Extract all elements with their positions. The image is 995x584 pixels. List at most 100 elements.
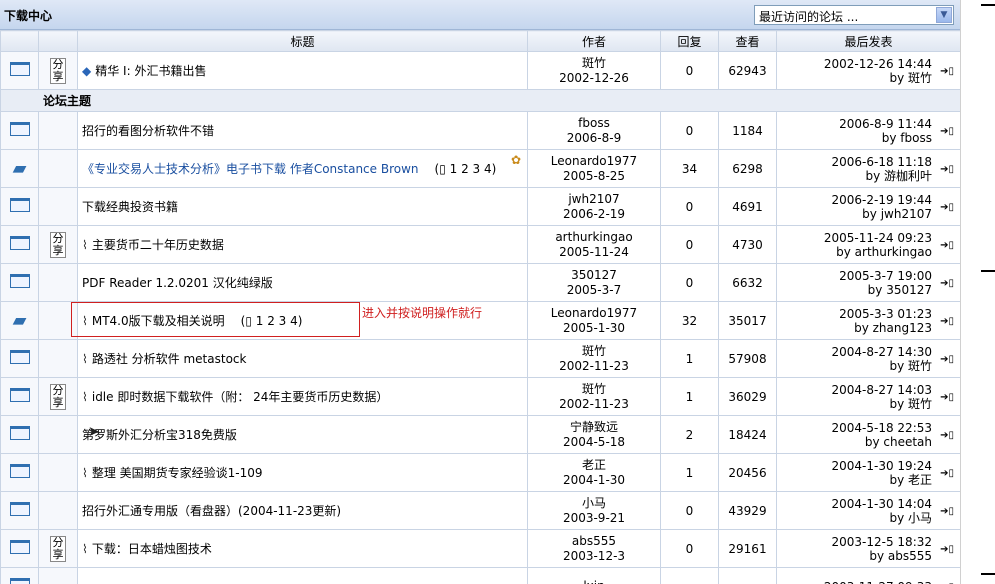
hot-thread-icon: ▰ (12, 158, 27, 179)
last-post-by[interactable]: by fboss (777, 131, 932, 145)
sticky-thread-row[interactable]: 分享 ◆ 精华 I: 外汇书籍出售 斑竹 2002-12-26 0 62943 20… (0, 51, 961, 90)
goto-last-icon[interactable]: ➔▯ (940, 543, 954, 557)
forum-jump-select[interactable]: 最近访问的论坛 ... ▼ (754, 5, 954, 25)
thread-title-link[interactable]: 整理 美国期货专家经验谈1-109 (92, 466, 263, 480)
col-lastpost-header[interactable]: 最后发表 (776, 30, 961, 52)
thread-title-link[interactable]: idle 即时数据下载软件（附： 24年主要货币历史数据） (92, 390, 389, 404)
goto-last-icon[interactable]: ➔▯ (940, 163, 954, 177)
thread-row[interactable]: 第罗斯外汇分析宝318免费版 宁静致远 2004-5-18 2 18424 2004-5-… (0, 415, 961, 454)
thread-title-link[interactable]: PDF Reader 1.2.0201 汉化纯绿版 (82, 276, 273, 290)
thread-title-link[interactable]: 主要货币二十年历史数据 (92, 238, 224, 252)
last-post-time[interactable]: 2006-2-19 19:44 (777, 193, 933, 207)
thread-row[interactable]: 招行的看图分析软件不错 fboss 2006-8-9 0 1184 2006-8-9 11… (0, 111, 961, 150)
goto-last-icon[interactable]: ➔▯ (940, 391, 954, 405)
last-post-time[interactable]: 2005-11-24 09:23 (777, 231, 932, 245)
attachment-icon: ⌇ (82, 237, 88, 252)
last-post-by[interactable]: by abs555 (777, 549, 932, 563)
last-post-by[interactable]: by cheetah (777, 435, 932, 449)
thread-author[interactable]: 小马 (528, 496, 660, 511)
thread-author[interactable]: lxin (528, 579, 660, 584)
goto-last-icon[interactable]: ➔▯ (940, 429, 954, 443)
thread-row[interactable]: 下载经典投资书籍 jwh2107 2006-2-19 0 4691 2006-2-19 1… (0, 187, 961, 226)
thread-replies (660, 567, 719, 584)
folder-icon (9, 426, 30, 440)
last-post-time[interactable]: 2006-6-18 11:18 (777, 155, 933, 169)
col-author-header[interactable]: 作者 (527, 30, 661, 52)
thread-views: 29161 (718, 529, 777, 568)
attachment-icon: ⌇ (82, 351, 88, 366)
goto-last-icon[interactable]: ➔▯ (940, 505, 954, 519)
thread-row[interactable]: ⌇ 路透社 分析软件 metastock 斑竹 2002-11-23 1 57908 200… (0, 339, 961, 378)
thread-author[interactable]: 斑竹 (528, 382, 660, 397)
goto-last-icon[interactable]: ➔▯ (940, 277, 954, 291)
thread-title-link[interactable]: 路透社 分析软件 metastock (92, 352, 247, 366)
last-post-time[interactable]: 2004-5-18 22:53 (777, 421, 933, 435)
thread-title-link[interactable]: 招行的看图分析软件不错 (82, 124, 214, 138)
thread-replies: 2 (660, 415, 719, 454)
goto-last-icon[interactable]: ➔▯ (940, 315, 954, 329)
last-post-by[interactable]: by 斑竹 (777, 397, 932, 411)
thread-author[interactable]: 斑竹 (528, 344, 660, 359)
last-post-time[interactable]: 2006-8-9 11:44 (777, 117, 932, 131)
last-post-time[interactable]: 2004-8-27 14:30 (777, 345, 933, 359)
last-post-by[interactable]: by 斑竹 (777, 71, 932, 85)
last-post-by[interactable]: by 350127 (777, 283, 932, 297)
thread-title-link[interactable]: 精华 I: 外汇书籍出售 (95, 64, 206, 78)
goto-last-icon[interactable]: ➔▯ (940, 125, 954, 139)
thread-row[interactable]: PDF Reader 1.2.0201 汉化纯绿版 350127 2005-3-7 0… (0, 263, 961, 302)
thread-author[interactable]: fboss (528, 116, 660, 131)
thread-date: 2006-8-9 (566, 130, 622, 145)
page-scrollbar[interactable] (960, 0, 995, 584)
thread-author[interactable]: jwh2107 (528, 192, 660, 207)
thread-title-link[interactable]: 《专业交易人士技术分析》电子书下载 作者Constance Brown (82, 162, 419, 176)
goto-last-icon[interactable]: ➔▯ (940, 467, 954, 481)
thread-title-link[interactable]: 下载：日本蜡烛图技术 (92, 542, 212, 556)
goto-last-icon[interactable]: ➔▯ (940, 65, 954, 79)
thread-row[interactable]: ▰ 《专业交易人士技术分析》电子书下载 作者Constance Brown (▯ 1… (0, 149, 961, 188)
thread-author[interactable]: Leonardo1977 (528, 154, 660, 169)
last-post-by[interactable]: by 游枷利叶 (777, 169, 932, 183)
last-post-time[interactable]: 2003-12-5 18:32 (777, 535, 933, 549)
thread-row[interactable]: 分享 ⌇ idle 即时数据下载软件（附： 24年主要货币历史数据） 斑竹 2002-1… (0, 377, 961, 416)
last-post-by[interactable]: by 老正 (777, 473, 932, 487)
chevron-down-icon[interactable]: ▼ (936, 7, 952, 23)
thread-author[interactable]: Leonardo1977 (528, 306, 660, 321)
last-post-by[interactable]: by arthurkingao (777, 245, 932, 259)
thread-row[interactable]: lxin2003-11-27 09:33➔▯ (0, 567, 961, 584)
last-post-by[interactable]: by zhang123 (777, 321, 932, 335)
goto-last-icon[interactable]: ➔▯ (940, 201, 954, 215)
thread-title-link[interactable]: 下载经典投资书籍 (82, 200, 178, 214)
col-title-header[interactable]: 标题 (77, 30, 528, 52)
thread-author[interactable]: 宁静致远 (528, 420, 660, 435)
thread-author[interactable]: 斑竹 (528, 56, 660, 71)
thread-replies: 0 (660, 111, 719, 150)
last-post-time[interactable]: 2005-3-7 19:00 (777, 269, 932, 283)
last-post-by[interactable]: by 小马 (777, 511, 932, 525)
last-post-by[interactable]: by 斑竹 (777, 359, 932, 373)
thread-author[interactable]: abs555 (528, 534, 660, 549)
page-numbers[interactable]: 1 2 3 4 (450, 162, 492, 176)
last-post-time[interactable]: 2004-1-30 19:24 (777, 459, 933, 473)
thread-author[interactable]: 老正 (528, 458, 660, 473)
col-replies-header[interactable]: 回复 (660, 30, 719, 52)
last-post-time[interactable]: 2004-8-27 14:03 (777, 383, 933, 397)
last-post-time[interactable]: 2002-12-26 14:44 (777, 57, 932, 71)
goto-last-icon[interactable]: ➔▯ (940, 353, 954, 367)
goto-last-icon[interactable]: ➔▯ (940, 239, 954, 253)
thread-row[interactable]: ⌇ 整理 美国期货专家经验谈1-109 老正 2004-1-30 1 20456 2004-… (0, 453, 961, 492)
thread-title-link[interactable]: 招行外汇通专用版（看盘器）(2004-11-23更新) (82, 504, 341, 518)
thread-row[interactable]: 分享 ⌇ 主要货币二十年历史数据 arthurkingao 2005-11-24 0 473… (0, 225, 961, 264)
last-post-time[interactable]: 2004-1-30 14:04 (777, 497, 933, 511)
last-post-by[interactable]: by jwh2107 (777, 207, 932, 221)
page-links[interactable]: (▯ 1 2 3 4) (435, 162, 497, 176)
thread-author[interactable]: 350127 (528, 268, 660, 283)
thread-row[interactable]: 分享 ⌇ 下载：日本蜡烛图技术 abs555 2003-12-3 0 29161 2003-1… (0, 529, 961, 568)
thread-author[interactable]: arthurkingao (528, 230, 660, 245)
last-post-time[interactable]: 2003-11-27 09:33 (777, 580, 932, 584)
thread-title-link[interactable]: 第罗斯外汇分析宝318免费版 (82, 428, 237, 442)
last-post-time[interactable]: 2005-3-3 01:23 (777, 307, 932, 321)
col-views-header[interactable]: 查看 (718, 30, 777, 52)
attachment-icon: ⌇ (82, 541, 88, 556)
thread-replies: 0 (660, 225, 719, 264)
thread-row[interactable]: 招行外汇通专用版（看盘器）(2004-11-23更新) 小马 2003-9-21 0 4… (0, 491, 961, 530)
